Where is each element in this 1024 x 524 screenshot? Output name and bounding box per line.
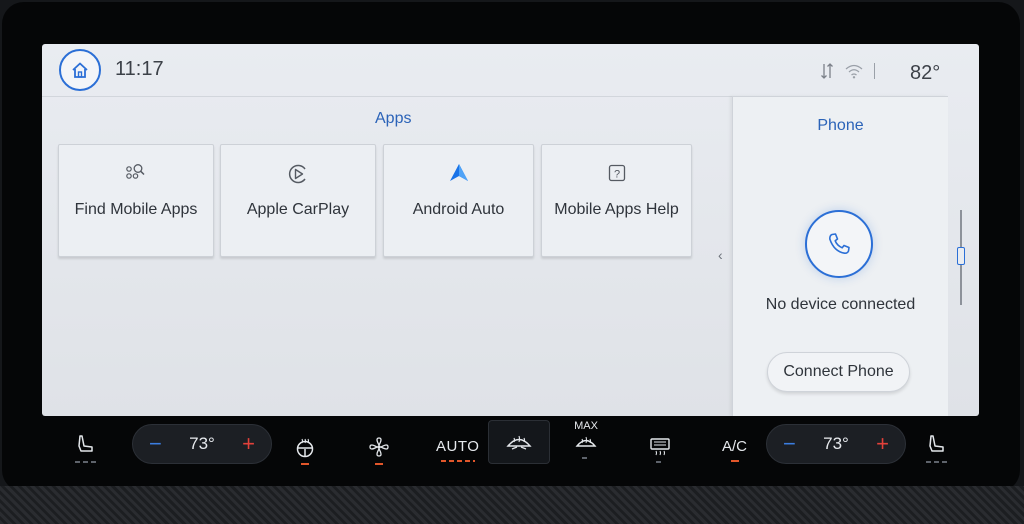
rear-defrost-indicator <box>656 461 664 463</box>
driver-temp-control: − 73° + <box>132 424 272 464</box>
steering-heat-indicator <box>301 463 309 465</box>
phone-panel: Phone No device connected Connect Phone <box>732 96 948 416</box>
ac-button[interactable]: A/C <box>722 438 747 462</box>
collapse-panel-chevron-icon[interactable]: ‹ <box>718 247 723 263</box>
rear-defrost-icon <box>650 438 670 456</box>
auto-label: AUTO <box>436 438 480 455</box>
auto-climate-button[interactable]: AUTO <box>436 438 479 462</box>
infotainment-screen: 11:17 82° Apps Find Mobile Apps Apple Ca… <box>42 44 979 416</box>
passenger-temp-down-button[interactable]: − <box>783 431 796 457</box>
driver-seat-heat-button[interactable] <box>75 434 97 463</box>
ac-indicator <box>730 460 739 462</box>
status-divider <box>874 63 875 79</box>
passenger-seat-heat-button[interactable] <box>926 434 948 463</box>
seat-heat-level <box>75 461 97 463</box>
status-divider-line <box>42 96 742 97</box>
clock: 11:17 <box>115 58 164 80</box>
scrollbar-thumb[interactable] <box>957 247 965 265</box>
tile-android-auto[interactable]: Android Auto <box>383 144 534 257</box>
driver-temp-up-button[interactable]: + <box>242 431 255 457</box>
help-icon: ? <box>608 164 625 182</box>
tile-label: Apple CarPlay <box>246 201 350 218</box>
passenger-temp-up-button[interactable]: + <box>876 431 889 457</box>
max-indicator <box>582 457 590 459</box>
fan-indicator <box>375 463 383 465</box>
auto-indicator <box>440 460 475 462</box>
apps-title: Apps <box>375 110 412 127</box>
phone-title: Phone <box>817 117 864 134</box>
android-auto-icon <box>449 164 468 181</box>
svg-text:?: ? <box>613 169 619 181</box>
front-defrost-button[interactable] <box>488 420 550 464</box>
tile-apple-carplay[interactable]: Apple CarPlay <box>220 144 376 257</box>
passenger-temp-control: − 73° + <box>766 424 906 464</box>
wifi-icon <box>845 64 863 79</box>
tile-label: Find Mobile Apps <box>74 201 198 218</box>
climate-bar: − 73° + AUTO MAX A/C − 73° + <box>48 420 978 480</box>
phone-status: No device connected <box>765 296 916 313</box>
seat-icon <box>929 435 944 452</box>
rear-defrost-button[interactable] <box>648 436 672 463</box>
outside-temperature: 82° <box>910 62 941 84</box>
max-label: MAX <box>574 420 598 432</box>
max-defrost-button[interactable]: MAX <box>574 420 598 459</box>
heated-steering-button[interactable] <box>294 438 316 465</box>
fan-speed-button[interactable] <box>368 436 390 465</box>
seat-heat-level <box>926 461 948 463</box>
tile-find-mobile-apps[interactable]: Find Mobile Apps <box>58 144 214 257</box>
fan-icon <box>369 437 389 457</box>
tile-mobile-apps-help[interactable]: ? Mobile Apps Help <box>541 144 692 257</box>
tile-label: Mobile Apps Help <box>554 201 679 218</box>
passenger-temp-value: 73° <box>823 434 849 453</box>
phone-icon <box>828 233 850 255</box>
front-defrost-icon <box>506 435 532 450</box>
connect-phone-button[interactable]: Connect Phone <box>767 352 910 392</box>
home-button[interactable] <box>59 49 101 91</box>
tile-label: Android Auto <box>412 201 505 218</box>
driver-temp-value: 73° <box>189 434 215 453</box>
carplay-icon <box>288 164 306 184</box>
home-icon <box>72 62 88 78</box>
find-apps-icon <box>126 164 145 179</box>
heated-steering-wheel-icon <box>296 438 314 458</box>
status-icons <box>820 62 875 80</box>
call-button[interactable] <box>805 210 873 278</box>
data-transfer-icon <box>821 63 833 79</box>
seat-icon <box>78 435 93 452</box>
ac-label: A/C <box>722 438 748 455</box>
max-defrost-icon <box>575 436 597 447</box>
driver-temp-down-button[interactable]: − <box>149 431 162 457</box>
dashboard-trim <box>0 486 1024 524</box>
